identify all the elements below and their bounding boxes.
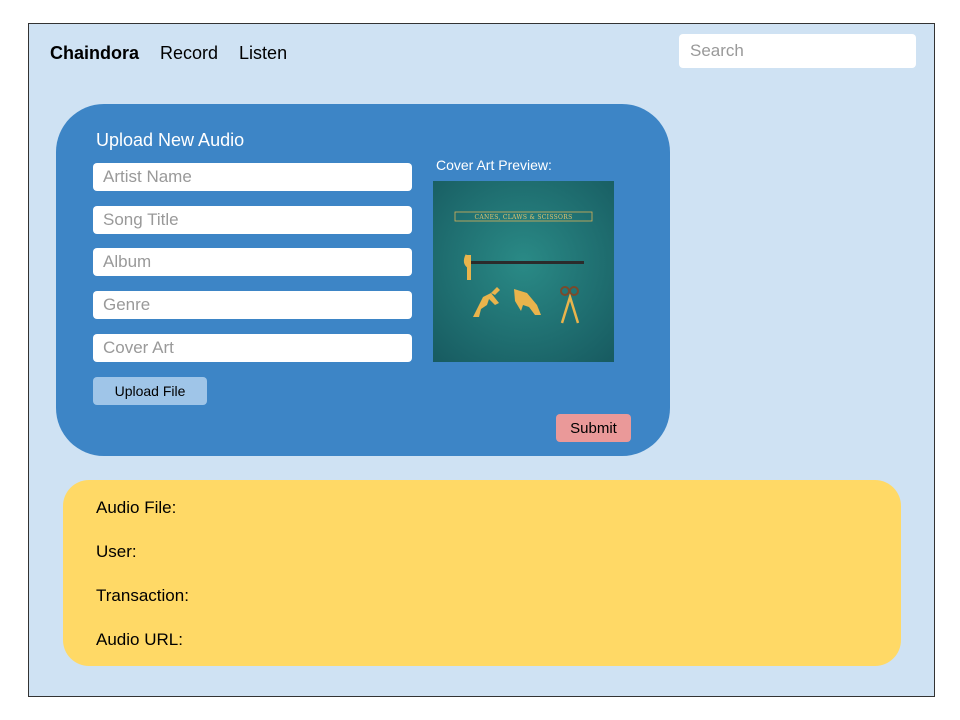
cover-background	[433, 181, 614, 362]
nav-link-listen[interactable]: Listen	[239, 43, 287, 64]
app-frame: Chaindora Record Listen Upload New Audio…	[28, 23, 935, 697]
brand-logo[interactable]: Chaindora	[50, 43, 139, 64]
top-nav: Chaindora Record Listen	[50, 43, 308, 64]
cover-art-preview-image: CANES, CLAWS & SCISSORS	[433, 181, 614, 362]
submit-button[interactable]: Submit	[556, 414, 631, 442]
cover-art-preview-label: Cover Art Preview:	[436, 157, 552, 173]
cover-art-field[interactable]	[93, 334, 412, 362]
genre-field[interactable]	[93, 291, 412, 319]
audio-info-panel: Audio File: User: Transaction: Audio URL…	[63, 480, 901, 666]
audio-file-label: Audio File:	[96, 498, 177, 517]
upload-file-button[interactable]: Upload File	[93, 377, 207, 405]
song-title-field[interactable]	[93, 206, 412, 234]
upload-title: Upload New Audio	[96, 130, 245, 150]
artist-name-field[interactable]	[93, 163, 412, 191]
search-input[interactable]	[679, 34, 916, 68]
transaction-label: Transaction:	[96, 586, 189, 605]
upload-panel: Upload New Audio Upload File Cover Art P…	[56, 104, 670, 456]
nav-link-record[interactable]: Record	[160, 43, 218, 64]
cover-title-text: CANES, CLAWS & SCISSORS	[475, 214, 573, 221]
album-field[interactable]	[93, 248, 412, 276]
audio-url-label: Audio URL:	[96, 630, 183, 649]
user-label: User:	[96, 542, 137, 561]
